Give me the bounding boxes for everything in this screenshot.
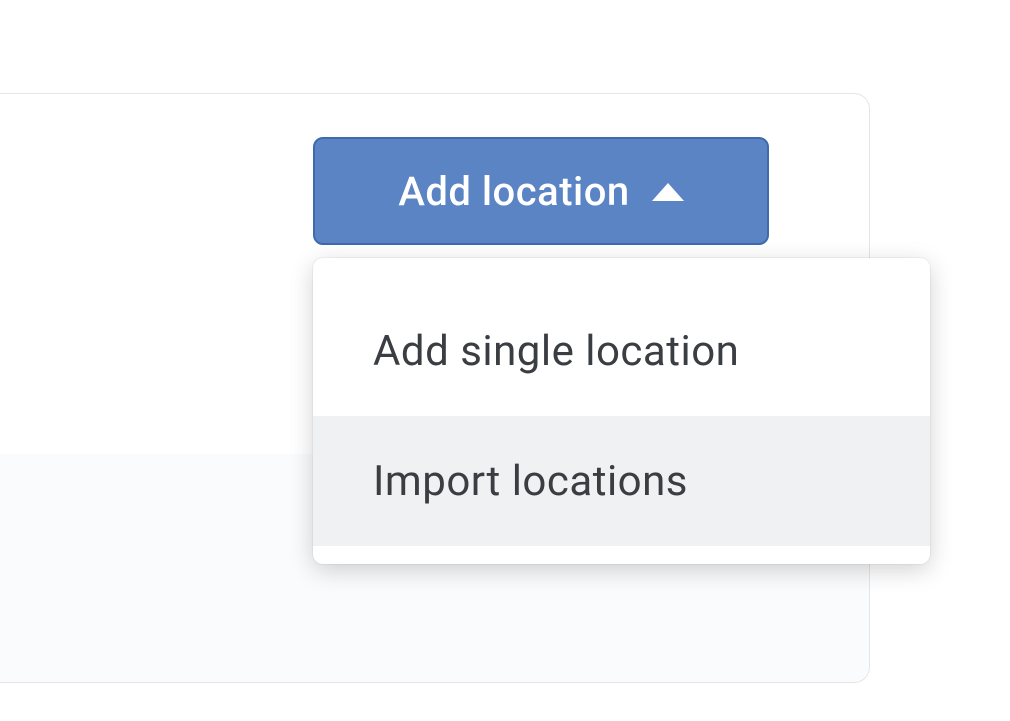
caret-up-icon bbox=[652, 183, 684, 201]
menu-item-label: Import locations bbox=[373, 457, 688, 506]
add-location-menu: Add single location Import locations bbox=[313, 258, 930, 564]
menu-item-import-locations[interactable]: Import locations bbox=[313, 416, 930, 546]
menu-item-add-single-location[interactable]: Add single location bbox=[313, 286, 930, 416]
menu-item-label: Add single location bbox=[373, 327, 739, 376]
add-location-button-label: Add location bbox=[398, 168, 629, 215]
add-location-button[interactable]: Add location bbox=[313, 137, 769, 245]
